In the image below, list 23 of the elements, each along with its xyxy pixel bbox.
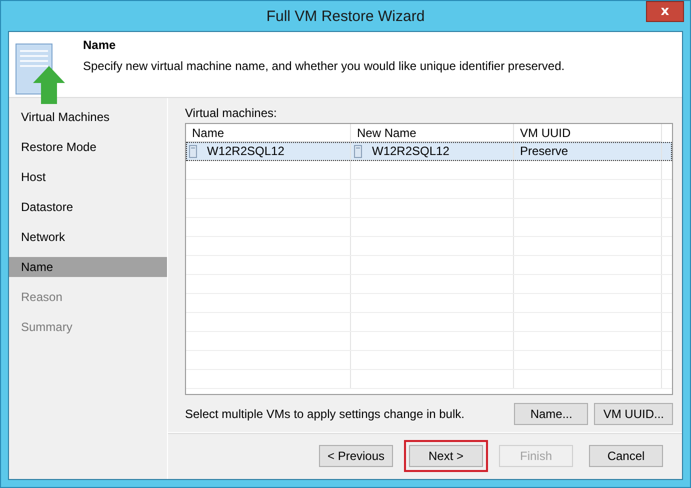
table-row[interactable]: W12R2SQL12 W12R2SQL12 Preserve: [186, 142, 672, 161]
server-icon: [189, 144, 197, 158]
step-description: Specify new virtual machine name, and whether you would like unique identifier preserved.: [83, 59, 565, 73]
step-item[interactable]: Host: [9, 167, 167, 187]
wizard-button[interactable]: Cancel: [589, 445, 663, 467]
table-label: Virtual machines:: [185, 106, 278, 120]
window-title: Full VM Restore Wizard: [266, 8, 425, 24]
table-cell: W12R2SQL12: [372, 144, 450, 158]
action-button[interactable]: Name...: [514, 403, 588, 425]
wizard-button[interactable]: < Previous: [319, 445, 393, 467]
close-button[interactable]: x: [646, 1, 684, 22]
table-cell: W12R2SQL12: [207, 144, 284, 158]
table-cell: Preserve: [520, 144, 568, 158]
step-item[interactable]: Name: [9, 257, 167, 277]
action-button[interactable]: VM UUID...: [594, 403, 673, 425]
step-title: Name: [83, 38, 117, 52]
wizard-button[interactable]: Next >: [409, 445, 483, 467]
step-item[interactable]: Virtual Machines: [9, 107, 167, 127]
hint-text: Select multiple VMs to apply settings change in bulk.: [185, 407, 464, 421]
server-icon: [354, 144, 362, 158]
step-item[interactable]: Network: [9, 227, 167, 247]
step-item[interactable]: Datastore: [9, 197, 167, 217]
step-item[interactable]: Restore Mode: [9, 137, 167, 157]
